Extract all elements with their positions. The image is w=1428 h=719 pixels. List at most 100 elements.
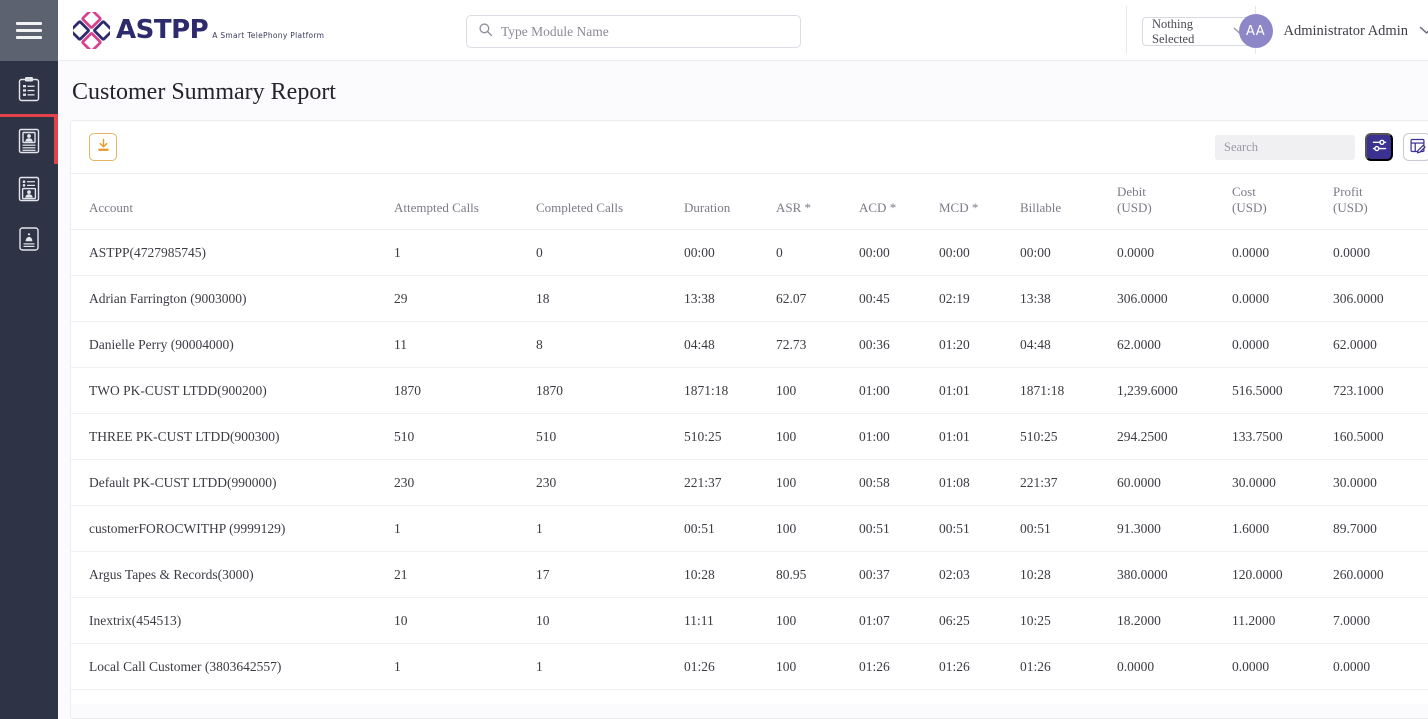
cell-profit: 160.5000 (1333, 413, 1428, 460)
table-row[interactable]: Default PK-CUST LTDD(990000) 230 230 221:37… (71, 459, 1428, 506)
columns-button[interactable] (1403, 133, 1428, 161)
cell-duration: 00:00 (684, 229, 776, 276)
table-row[interactable]: Argus Tapes & Records(3000) 21 17 10:28 80.9… (71, 551, 1428, 598)
table-row[interactable]: Inextrix(8736122771)2207:4010003:5006:25… (71, 689, 1428, 704)
cell-mcd: 01:08 (939, 459, 1020, 506)
table-header-asr[interactable]: ASR * (776, 174, 859, 230)
user-name: Administrator Admin (1283, 22, 1408, 39)
sidebar-item-user-card[interactable] (0, 214, 58, 264)
cell-cost: 133.7500 (1232, 413, 1333, 460)
brand-subtitle: A Smart TelePhony Platform (212, 31, 325, 40)
cell-duration: 1871:18 (684, 367, 776, 414)
page-title-bar: Customer Summary Report (58, 61, 1428, 120)
cell-debit: 0.0000 (1117, 229, 1232, 276)
cell-cost: 0.0000 (1232, 321, 1333, 368)
cell-mcd: 01:20 (939, 321, 1020, 368)
nothing-selected-label: Nothing Selected (1152, 16, 1195, 46)
cell-acd: 00:36 (859, 321, 939, 368)
table-search-input[interactable] (1215, 134, 1355, 160)
user-menu[interactable]: AA Administrator Admin (1238, 12, 1428, 50)
cell-acd: 01:07 (859, 597, 939, 644)
table-header-debit[interactable]: Debit (USD) (1117, 174, 1232, 230)
cell-billable: 13:38 (1020, 275, 1117, 322)
cell-acd: 00:37 (859, 551, 939, 598)
cell-profit: 30.0000 (1333, 459, 1428, 506)
sidebar-item-id-card[interactable] (0, 114, 58, 164)
cell-asr: 100 (776, 505, 859, 552)
cell-mcd: 02:19 (939, 275, 1020, 322)
cell-completed: 510 (536, 413, 684, 460)
table-row[interactable]: THREE PK-CUST LTDD(900300) 510 510 510:25 10… (71, 413, 1428, 460)
brand-title: ASTPP (116, 15, 209, 45)
header-label: Duration (684, 200, 731, 216)
table-row[interactable]: Local Call Customer (3803642557) 1 1 01:26 1… (71, 643, 1428, 690)
table-footer-strip (71, 704, 1428, 718)
cell-account: THREE PK-CUST LTDD(900300) (71, 413, 394, 460)
cell-duration: 13:38 (684, 275, 776, 322)
header-label: Attempted Calls (394, 200, 479, 216)
app-root: ASTPP A Smart TelePhony Platform Nothing… (0, 0, 1428, 719)
cell-asr: 100 (776, 597, 859, 644)
clipboard-list-icon (17, 76, 41, 102)
table-header-cost[interactable]: Cost (USD) (1232, 174, 1333, 230)
cell-billable: 1871:18 (1020, 367, 1117, 414)
cell-attempted: 1 (394, 229, 536, 276)
table-head: Account Attempted Calls Completed Calls Dur… (71, 174, 1428, 230)
cell-account: ASTPP(4727985745) (71, 229, 394, 276)
filter-button[interactable] (1365, 133, 1393, 161)
cell-billable: 221:37 (1020, 459, 1117, 506)
sidebar-item-contact-list[interactable] (0, 164, 58, 214)
hamburger-menu-button[interactable] (0, 0, 58, 61)
card-toolbar (71, 121, 1428, 174)
table-row[interactable]: TWO PK-CUST LTDD(900200) 1870 1870 1871:18 1… (71, 367, 1428, 414)
cell-billable: 10:28 (1020, 551, 1117, 598)
cell-mcd: 01:01 (939, 367, 1020, 414)
table-header-completed[interactable]: Completed Calls (536, 174, 684, 230)
cell-completed: 230 (536, 459, 684, 506)
cell-debit: 380.0000 (1117, 551, 1232, 598)
header-label: Account (89, 200, 134, 216)
table-header-mcd[interactable]: MCD * (939, 174, 1020, 230)
cell-attempted: 1 (394, 643, 536, 690)
header-label-secondary: (USD) (1117, 200, 1152, 216)
table-header-attempted[interactable]: Attempted Calls (394, 174, 536, 230)
export-button[interactable] (89, 133, 117, 161)
table-header-profit[interactable]: Profit (USD) (1333, 174, 1428, 230)
sidebar-item-clipboard-list[interactable] (0, 64, 58, 114)
avatar: AA (1238, 14, 1273, 48)
table-header-account[interactable]: Account (71, 174, 394, 230)
cell-attempted: 10 (394, 597, 536, 644)
table-row[interactable]: Inextrix(454513) 10 10 11:11 100 01:07 06:25 10… (71, 597, 1428, 644)
table-row[interactable]: Adrian Farrington (9003000) 29 18 13:38 62.0… (71, 275, 1428, 322)
table-header-billable[interactable]: Billable (1020, 174, 1117, 230)
cell-completed: 1 (536, 505, 684, 552)
table-scroll-region[interactable]: Account Attempted Calls Completed Calls Dur… (71, 174, 1428, 704)
id-card-icon (17, 128, 41, 154)
cell-account: customerFOROCWITHP (9999129) (71, 505, 394, 552)
cell-acd: 03:50 (859, 689, 939, 704)
cell-mcd: 01:26 (939, 643, 1020, 690)
cell-completed: 2 (536, 689, 684, 704)
table-header-acd[interactable]: ACD * (859, 174, 939, 230)
cell-attempted: 1 (394, 505, 536, 552)
cell-asr: 100 (776, 643, 859, 690)
header-label: MCD * (939, 200, 979, 216)
table-row[interactable]: Danielle Perry (90004000) 11 8 04:48 72.73 00… (71, 321, 1428, 368)
cell-cost: 0.0000 (1232, 275, 1333, 322)
cell-completed: 17 (536, 551, 684, 598)
header-label-secondary: (USD) (1333, 200, 1368, 216)
header-label-secondary: (USD) (1232, 200, 1267, 216)
sidebar (0, 0, 58, 719)
table-header-duration[interactable]: Duration (684, 174, 776, 230)
brand-logo[interactable]: ASTPP A Smart TelePhony Platform (58, 8, 403, 52)
search-input[interactable] (501, 23, 789, 40)
table-row[interactable]: ASTPP(4727985745) 1 0 00:00 0 00:00 00:00 00:00… (71, 229, 1428, 276)
cell-mcd: 00:00 (939, 229, 1020, 276)
cell-duration: 11:11 (684, 597, 776, 644)
module-search[interactable] (466, 15, 801, 48)
cell-debit: 294.2500 (1117, 413, 1232, 460)
cell-completed: 1870 (536, 367, 684, 414)
cell-cost: 30.0000 (1232, 459, 1333, 506)
cell-duration: 00:51 (684, 505, 776, 552)
table-row[interactable]: customerFOROCWITHP (9999129) 1 1 00:51 100 00… (71, 505, 1428, 552)
